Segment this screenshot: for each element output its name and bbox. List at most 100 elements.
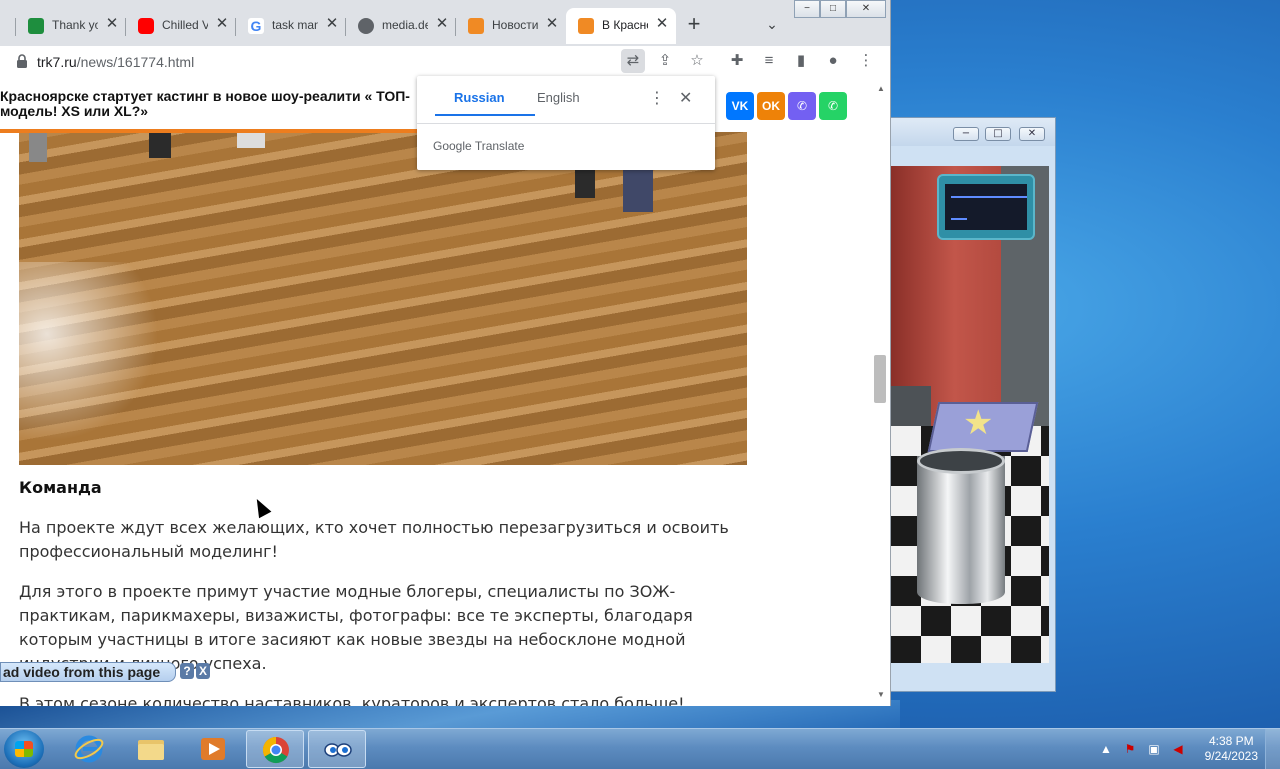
close-icon[interactable]: ✕ <box>214 15 230 32</box>
menu-kebab-icon[interactable]: ⋮ <box>854 49 878 73</box>
start-button[interactable] <box>4 730 44 768</box>
side-panel-icon[interactable]: ▮ <box>789 49 813 73</box>
more-options-icon[interactable]: ⋮ <box>649 88 665 108</box>
tab-media[interactable]: media.de ✕ <box>346 8 456 44</box>
close-icon[interactable]: ✕ <box>434 15 450 32</box>
taskbar-ie[interactable] <box>60 730 118 768</box>
close-button[interactable]: ✕ <box>1019 127 1045 141</box>
translate-popup: Russian English ⋮ ✕ Google Translate <box>417 76 715 170</box>
translate-brand: Google Translate <box>433 139 525 153</box>
tab-title: task manager <box>272 18 318 32</box>
whatsapp-icon[interactable]: ✆ <box>819 92 847 120</box>
translate-icon[interactable]: ⇄ <box>621 49 645 73</box>
maximize-button[interactable]: □ <box>820 0 846 18</box>
download-video-button[interactable]: ad video from this page <box>0 662 176 682</box>
lock-icon <box>17 54 27 68</box>
scene-trash-can-top <box>917 448 1005 474</box>
paragraph: В этом сезоне количество наставников, ку… <box>19 694 685 706</box>
network-icon[interactable]: ▣ <box>1146 741 1162 757</box>
close-icon[interactable]: ✕ <box>544 15 560 32</box>
close-icon[interactable]: ✕ <box>679 88 692 108</box>
close-window-button[interactable]: ✕ <box>846 0 886 18</box>
download-helper-bar: ad video from this page ? X <box>0 662 212 684</box>
minimize-button[interactable]: − <box>794 0 820 18</box>
clock[interactable]: 4:38 PM 9/24/2023 <box>1205 734 1258 764</box>
trk7-icon <box>468 18 484 34</box>
paragraph: На проекте ждут всех желающих, кто хочет… <box>19 518 729 561</box>
clock-date: 9/24/2023 <box>1204 749 1258 763</box>
taskbar-chrome[interactable] <box>246 730 304 768</box>
youtube-icon <box>138 18 154 34</box>
web-page[interactable]: Красноярске стартует кастинг в новое шоу… <box>0 76 872 706</box>
close-icon[interactable]: ✕ <box>104 15 120 32</box>
tab-chilled[interactable]: Chilled Vibes ✕ <box>126 8 236 44</box>
clock-time: 4:38 PM <box>1208 734 1254 748</box>
profile-avatar-icon[interactable]: ● <box>821 49 845 73</box>
tab-news[interactable]: Новости ✕ <box>456 8 566 44</box>
close-icon[interactable]: ✕ <box>324 15 340 32</box>
maximize-button[interactable]: □ <box>985 127 1011 141</box>
system-tray: ▲ ⚑ ▣ ◀ 4:38 PM 9/24/2023 <box>1090 729 1280 769</box>
ie-icon <box>74 735 104 763</box>
taskbar-game[interactable] <box>308 730 366 768</box>
game-window[interactable]: − □ ✕ ★ <box>890 117 1056 692</box>
photo-detail <box>29 132 47 162</box>
scroll-up-icon[interactable]: ▲ <box>876 84 886 94</box>
tab-title: В Красноярске <box>602 18 648 32</box>
scene-monitor <box>937 174 1035 240</box>
game-window-titlebar[interactable]: − □ ✕ <box>891 118 1055 146</box>
tab-title: media.de <box>382 18 428 32</box>
sticky-article-title[interactable]: Красноярске стартует кастинг в новое шоу… <box>0 89 430 119</box>
tab-target-language[interactable]: English <box>537 90 580 105</box>
section-heading: Команда <box>19 478 102 497</box>
vk-icon[interactable]: VK <box>726 92 754 120</box>
viber-icon[interactable]: ✆ <box>788 92 816 120</box>
new-tab-button[interactable]: + <box>684 13 704 35</box>
photo-detail <box>237 132 265 148</box>
volume-muted-icon[interactable]: ◀ <box>1170 741 1186 757</box>
odnoklassniki-icon[interactable]: OK <box>757 92 785 120</box>
chevron-down-icon[interactable]: ⌄ <box>762 14 782 34</box>
eyes-icon <box>324 743 352 757</box>
media-player-icon <box>201 738 225 760</box>
taskbar: ▲ ⚑ ▣ ◀ 4:38 PM 9/24/2023 <box>0 728 1280 769</box>
tab-active-krasnoyarsk[interactable]: В Красноярске ✕ <box>566 8 676 44</box>
media-control-icon[interactable]: ≡ <box>757 49 781 73</box>
tab-task-manager[interactable]: G task manager ✕ <box>236 8 346 44</box>
folder-icon <box>138 740 164 760</box>
game-scene[interactable]: ★ <box>891 166 1049 663</box>
extensions-icon[interactable]: ✚ <box>725 49 749 73</box>
globe-icon <box>358 18 374 34</box>
tab-source-language[interactable]: Russian <box>454 90 505 105</box>
tab-title: Thank you <box>52 18 98 32</box>
tab-edge[interactable] <box>0 8 16 44</box>
show-desktop-button[interactable] <box>1265 729 1280 769</box>
chrome-icon <box>262 736 289 764</box>
bookmark-star-icon[interactable]: ☆ <box>685 49 709 73</box>
scrollbar-thumb[interactable] <box>874 355 886 403</box>
page-scrollbar[interactable]: ▲ ▼ <box>872 76 890 706</box>
photo-detail <box>149 132 171 158</box>
close-icon[interactable]: X <box>196 663 210 679</box>
taskbar-media-player[interactable] <box>184 730 242 768</box>
close-icon[interactable]: ✕ <box>654 15 670 32</box>
help-icon[interactable]: ? <box>180 663 194 679</box>
divider <box>417 123 715 124</box>
address-bar[interactable]: trk7.ru/news/161774.html <box>8 48 610 74</box>
green-check-icon <box>28 18 44 34</box>
action-center-icon[interactable]: ⚑ <box>1122 741 1138 757</box>
tray-expand-icon[interactable]: ▲ <box>1098 741 1114 757</box>
article-photo <box>19 132 747 465</box>
browser-window[interactable]: Thank you ✕ Chilled Vibes ✕ G task manag… <box>0 0 891 706</box>
scroll-down-icon[interactable]: ▼ <box>876 690 886 700</box>
selected-language-underline <box>435 114 535 116</box>
minimize-button[interactable]: − <box>953 127 979 141</box>
trk7-icon <box>578 18 594 34</box>
share-icon[interactable]: ⇪ <box>653 49 677 73</box>
scene-trash-can[interactable] <box>917 456 1005 604</box>
tab-title: Новости <box>492 18 538 32</box>
taskbar-explorer[interactable] <box>122 730 180 768</box>
tab-title: Chilled Vibes <box>162 18 208 32</box>
url-text[interactable]: trk7.ru/news/161774.html <box>37 54 194 70</box>
tab-thank-you[interactable]: Thank you ✕ <box>16 8 126 44</box>
